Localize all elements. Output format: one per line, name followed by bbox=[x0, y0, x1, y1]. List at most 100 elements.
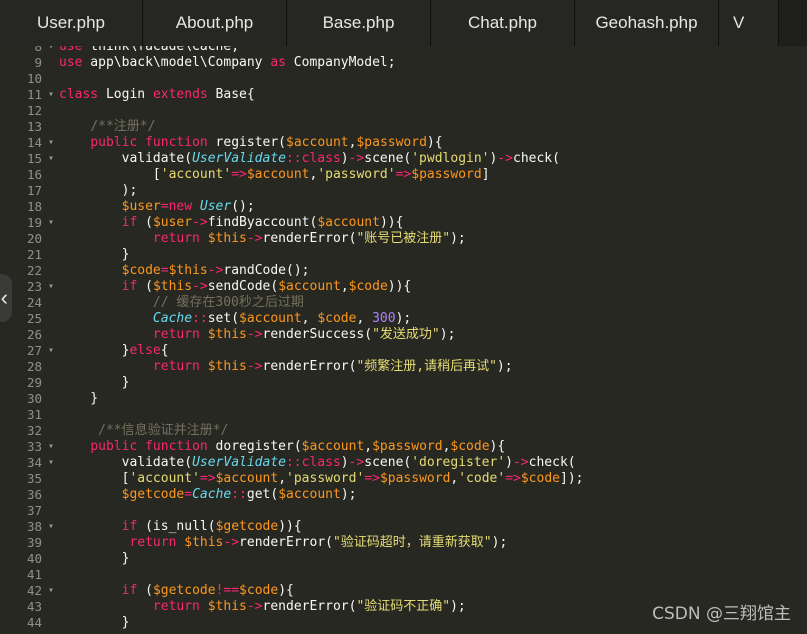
line-number: 39 bbox=[26, 535, 42, 550]
line-number: 16 bbox=[26, 167, 42, 182]
code-line: 41 bbox=[0, 567, 807, 583]
line-number: 29 bbox=[26, 375, 42, 390]
code-editor[interactable]: 8 ▾ use think\facade\Cache; 9 use app\back\m… bbox=[0, 46, 807, 634]
code-text: return $this->renderError("账号已被注册"); bbox=[152, 231, 466, 246]
line-number: 8 bbox=[34, 46, 42, 54]
code-line: 27 ▾ }else{ bbox=[0, 343, 807, 359]
code-line: 39 return $this->renderError("验证码超时，请重新获… bbox=[0, 535, 807, 551]
tab-chat-php[interactable]: Chat.php bbox=[431, 0, 575, 46]
tab-geohash-php[interactable]: Geohash.php bbox=[575, 0, 719, 46]
code-text: return $this->renderSuccess("发送成功"); bbox=[152, 327, 456, 342]
code-text: } bbox=[59, 615, 130, 630]
line-number: 19 bbox=[26, 215, 42, 230]
line-number: 27 bbox=[26, 343, 42, 358]
code-line: 35 ['account'=>$account,'password'=>$pas… bbox=[0, 471, 807, 487]
code-line: 8 ▾ use think\facade\Cache; bbox=[0, 46, 807, 55]
code-text: if ($this->sendCode($account,$code)){ bbox=[121, 279, 412, 294]
fold-arrow-icon[interactable]: ▾ bbox=[48, 46, 54, 55]
line-number: 42 bbox=[26, 583, 42, 598]
code-line: 10 bbox=[0, 71, 807, 87]
code-line: 21 } bbox=[0, 247, 807, 263]
code-text: ['account'=>$account,'password'=>$passwo… bbox=[59, 471, 584, 486]
code-text: if ($getcode!==$code){ bbox=[121, 583, 294, 598]
code-line: 33 ▾ public function doregister($account,… bbox=[0, 439, 807, 455]
line-number: 30 bbox=[26, 391, 42, 406]
tab-bar: User.php About.php Base.php Chat.php Geohash… bbox=[0, 0, 807, 46]
fold-arrow-icon[interactable]: ▾ bbox=[48, 519, 54, 535]
code-line: 40 } bbox=[0, 551, 807, 567]
line-number: 20 bbox=[26, 231, 42, 246]
fold-arrow-icon[interactable]: ▾ bbox=[48, 279, 54, 295]
code-text: $getcode=Cache::get($account); bbox=[121, 487, 357, 502]
code-text: } bbox=[59, 551, 130, 566]
code-line: 23 ▾ if ($this->sendCode($account,$code))… bbox=[0, 279, 807, 295]
code-line: 36 $getcode=Cache::get($account); bbox=[0, 487, 807, 503]
code-line: 31 bbox=[0, 407, 807, 423]
code-text: // 缓存在300秒之后过期 bbox=[152, 295, 304, 310]
tab-v[interactable]: V bbox=[719, 0, 779, 46]
code-line: 29 } bbox=[0, 375, 807, 391]
line-number: 11 bbox=[26, 87, 42, 102]
line-number: 12 bbox=[26, 103, 42, 118]
code-text: $code=$this->randCode(); bbox=[121, 263, 310, 278]
code-text: } bbox=[59, 375, 130, 390]
code-text: public function doregister($account,$pas… bbox=[90, 439, 506, 454]
code-text: /**注册*/ bbox=[90, 119, 156, 134]
code-line: 11 ▾ class Login extends Base{ bbox=[0, 87, 807, 103]
line-number: 28 bbox=[26, 359, 42, 374]
code-text: public function register($account,$passw… bbox=[90, 135, 443, 150]
line-number: 9 bbox=[34, 55, 42, 70]
chevron-left-icon[interactable]: ‹ bbox=[0, 274, 12, 322]
line-number: 32 bbox=[26, 423, 42, 438]
code-text: Cache::set($account, $code, 300); bbox=[152, 311, 412, 326]
line-number: 44 bbox=[26, 615, 42, 630]
code-text: } bbox=[59, 391, 99, 406]
line-number: 18 bbox=[26, 199, 42, 214]
code-line: 15 ▾ validate(UserValidate::class)->scene… bbox=[0, 151, 807, 167]
code-line: 24 // 缓存在300秒之后过期 bbox=[0, 295, 807, 311]
code-text: ); bbox=[59, 183, 138, 198]
code-line: 17 ); bbox=[0, 183, 807, 199]
code-line: 16 ['account'=>$account,'password'=>$pas… bbox=[0, 167, 807, 183]
line-number: 10 bbox=[26, 71, 42, 86]
code-line: 30 } bbox=[0, 391, 807, 407]
fold-arrow-icon[interactable]: ▾ bbox=[48, 87, 54, 103]
line-number: 13 bbox=[26, 119, 42, 134]
code-line: 25 Cache::set($account, $code, 300); bbox=[0, 311, 807, 327]
fold-arrow-icon[interactable]: ▾ bbox=[48, 583, 54, 599]
code-text: validate(UserValidate::class)->scene('do… bbox=[59, 455, 576, 470]
line-number: 35 bbox=[26, 471, 42, 486]
tab-about-php[interactable]: About.php bbox=[143, 0, 287, 46]
line-number: 36 bbox=[26, 487, 42, 502]
line-number: 40 bbox=[26, 551, 42, 566]
code-line: 9 use app\back\model\Company as CompanyMo… bbox=[0, 55, 807, 71]
line-number: 37 bbox=[26, 503, 42, 518]
code-text: return $this->renderError("频繁注册,请稍后再试"); bbox=[152, 359, 513, 374]
fold-arrow-icon[interactable]: ▾ bbox=[48, 215, 54, 231]
fold-arrow-icon[interactable]: ▾ bbox=[48, 343, 54, 359]
fold-arrow-icon[interactable]: ▾ bbox=[48, 455, 54, 471]
code-line: 14 ▾ public function register($account,$p… bbox=[0, 135, 807, 151]
code-text: return $this->renderError("验证码超时，请重新获取")… bbox=[129, 535, 508, 550]
tab-user-php[interactable]: User.php bbox=[0, 0, 143, 46]
code-text: validate(UserValidate::class)->scene('pw… bbox=[59, 151, 560, 166]
code-line: 20 return $this->renderError("账号已被注册"); bbox=[0, 231, 807, 247]
code-text: ['account'=>$account,'password'=>$passwo… bbox=[59, 167, 490, 182]
tab-base-php[interactable]: Base.php bbox=[287, 0, 431, 46]
code-line: 13 /**注册*/ bbox=[0, 119, 807, 135]
fold-arrow-icon[interactable]: ▾ bbox=[48, 135, 54, 151]
code-line: 38 ▾ if (is_null($getcode)){ bbox=[0, 519, 807, 535]
line-number: 38 bbox=[26, 519, 42, 534]
code-text: /**信息验证并注册*/ bbox=[98, 423, 229, 438]
code-text: }else{ bbox=[59, 343, 169, 358]
code-text: } bbox=[59, 247, 130, 262]
line-number: 26 bbox=[26, 327, 42, 342]
code-line: 37 bbox=[0, 503, 807, 519]
code-line: 12 bbox=[0, 103, 807, 119]
code-line: 26 return $this->renderSuccess("发送成功"); bbox=[0, 327, 807, 343]
code-text: if ($user->findByaccount($account)){ bbox=[121, 215, 404, 230]
fold-arrow-icon[interactable]: ▾ bbox=[48, 439, 54, 455]
fold-arrow-icon[interactable]: ▾ bbox=[48, 151, 54, 167]
line-number: 33 bbox=[26, 439, 42, 454]
code-line: 34 ▾ validate(UserValidate::class)->scene… bbox=[0, 455, 807, 471]
